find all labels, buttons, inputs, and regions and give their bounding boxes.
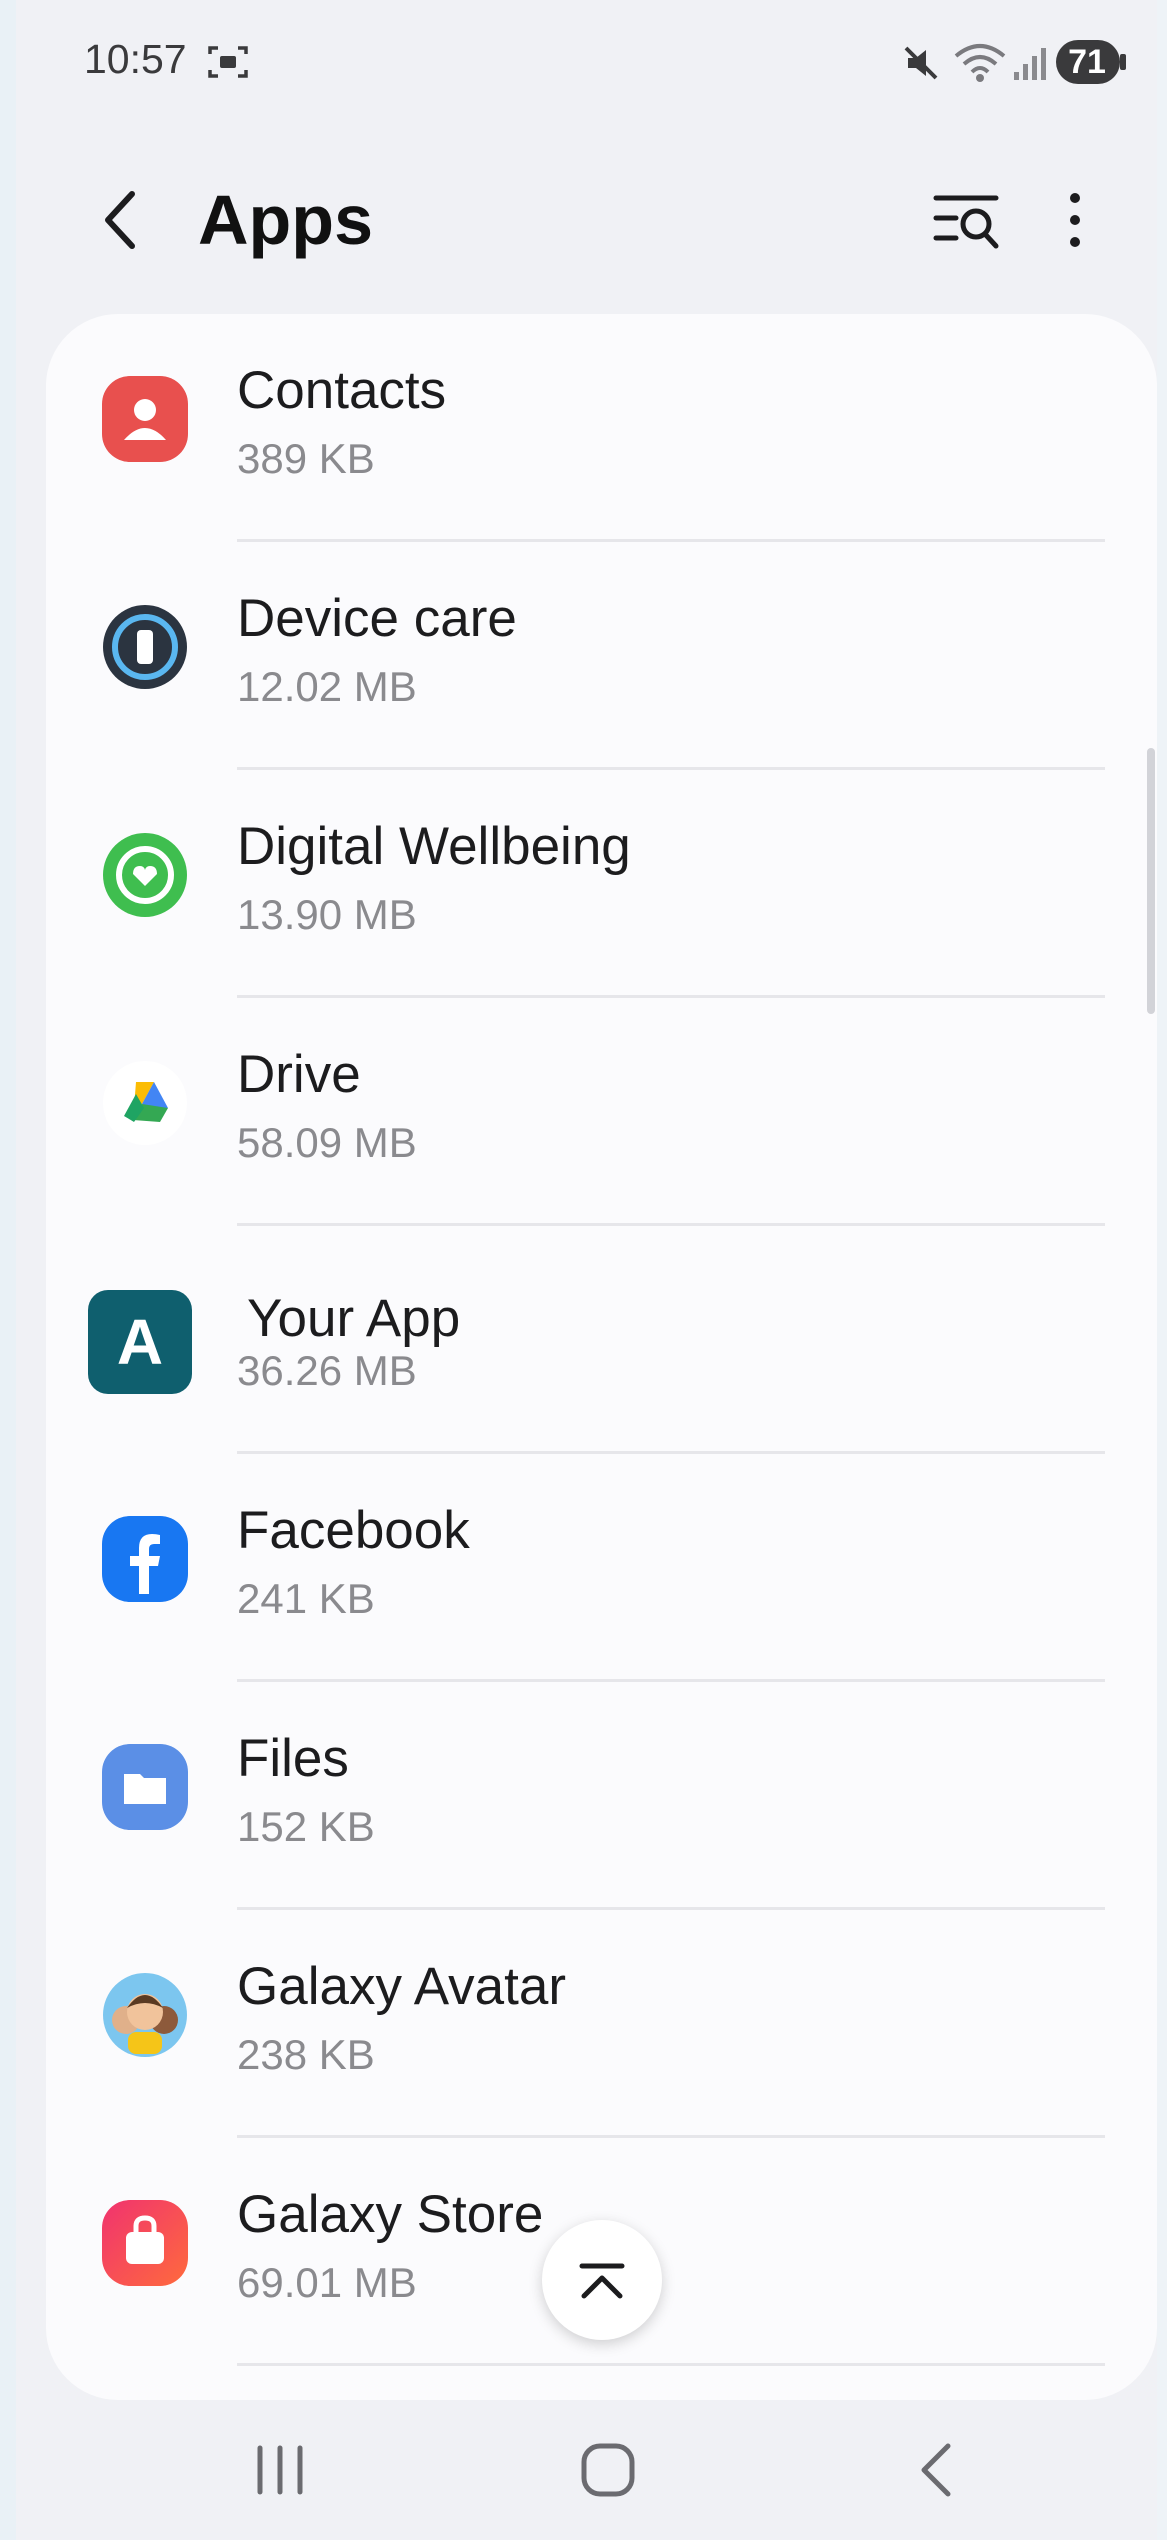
wifi-icon	[954, 44, 1006, 82]
facebook-icon	[102, 1516, 188, 1602]
your-app-icon: A	[88, 1290, 192, 1394]
app-row-facebook[interactable]: Facebook 241 KB	[46, 1454, 1157, 1682]
screenshot-icon	[208, 46, 248, 78]
app-size: 69.01 MB	[237, 2259, 417, 2306]
contacts-icon	[102, 376, 188, 462]
app-row-digital-wellbeing[interactable]: Digital Wellbeing 13.90 MB	[46, 770, 1157, 998]
page-title: Apps	[198, 181, 373, 259]
app-size: 12.02 MB	[237, 663, 417, 710]
galaxy-store-icon	[102, 2200, 188, 2286]
app-name: Drive	[237, 1045, 361, 1104]
divider	[237, 2363, 1105, 2366]
app-name: Your App	[247, 1289, 461, 1348]
app-name: Facebook	[237, 1501, 470, 1560]
app-name: Files	[237, 1729, 349, 1788]
app-size: 36.26 MB	[237, 1347, 417, 1394]
app-size: 238 KB	[237, 2031, 375, 2078]
app-size: 58.09 MB	[237, 1119, 417, 1166]
device-care-icon	[103, 605, 187, 689]
app-row-galaxy-avatar[interactable]: Galaxy Avatar 238 KB	[46, 1910, 1157, 2138]
your-app-icon-letter: A	[116, 1306, 164, 1378]
app-row-drive[interactable]: Drive 58.09 MB	[46, 998, 1157, 1226]
screen-edge-left	[0, 0, 16, 2540]
app-name: Device care	[237, 589, 517, 648]
screen-edge-right	[1157, 0, 1167, 2540]
more-options-button[interactable]	[1050, 184, 1100, 256]
chevron-left-icon	[105, 191, 135, 249]
files-icon	[102, 1744, 188, 1830]
app-row-device-care[interactable]: Device care 12.02 MB	[46, 542, 1157, 770]
status-bar: 10:57 71	[0, 0, 1167, 130]
search-apps-button[interactable]	[930, 184, 1004, 256]
app-size: 152 KB	[237, 1803, 375, 1850]
mute-icon	[904, 46, 938, 80]
app-name: Galaxy Avatar	[237, 1957, 566, 2016]
digital-wellbeing-icon	[103, 833, 187, 917]
drive-icon	[103, 1061, 187, 1145]
battery-level: 71	[1068, 43, 1106, 81]
home-icon[interactable]	[578, 2442, 638, 2498]
navigation-bar	[0, 2400, 1167, 2540]
app-size: 13.90 MB	[237, 891, 417, 938]
app-row-your-app[interactable]: A Your App 36.26 MB	[46, 1226, 1157, 1454]
app-name: Digital Wellbeing	[237, 817, 631, 876]
back-button[interactable]	[92, 180, 162, 260]
scroll-to-top-button[interactable]	[542, 2220, 662, 2340]
app-size: 389 KB	[237, 435, 375, 482]
status-time: 10:57	[84, 36, 187, 82]
signal-icon	[1014, 48, 1046, 80]
recents-icon[interactable]	[252, 2440, 308, 2500]
app-list: Contacts 389 KB Device care 12.02 MB Dig…	[46, 314, 1157, 2400]
app-row-contacts[interactable]: Contacts 389 KB	[46, 314, 1157, 542]
more-vertical-icon	[1070, 193, 1080, 247]
app-name: Contacts	[237, 361, 447, 420]
scroll-top-icon	[579, 2263, 625, 2299]
app-name: Galaxy Store	[237, 2185, 544, 2244]
back-icon[interactable]	[912, 2438, 962, 2502]
top-app-bar: Apps	[0, 160, 1167, 280]
app-row-files[interactable]: Files 152 KB	[46, 1682, 1157, 1910]
app-size: 241 KB	[237, 1575, 375, 1622]
galaxy-avatar-icon	[103, 1973, 187, 2057]
filter-search-icon	[933, 195, 999, 249]
scrollbar-thumb[interactable]	[1147, 748, 1155, 1014]
